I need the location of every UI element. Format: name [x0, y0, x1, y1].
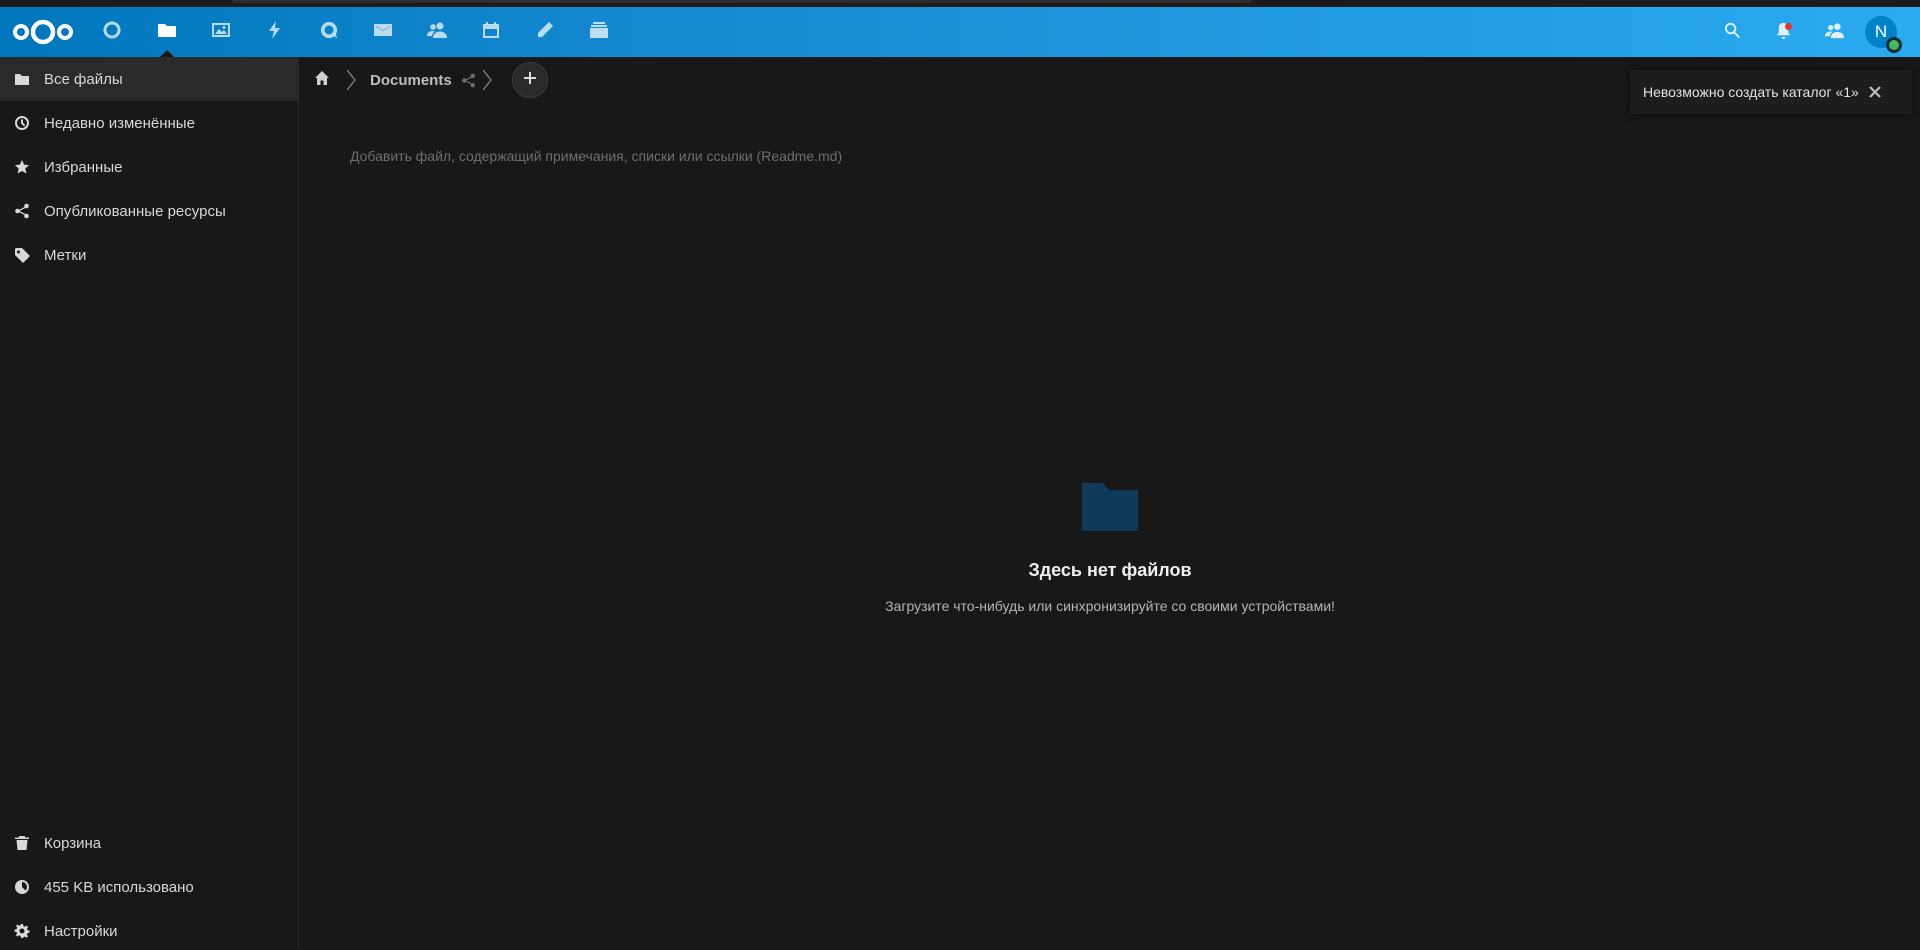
top-header: N — [0, 7, 1920, 57]
sidebar-item-favorites[interactable]: Избранные — [0, 145, 299, 189]
app-mail[interactable] — [359, 7, 407, 57]
star-icon — [0, 145, 44, 189]
circle-icon — [102, 20, 122, 44]
sidebar-item-recent[interactable]: Недавно изменённые — [0, 101, 299, 145]
breadcrumb-separator — [344, 57, 358, 103]
sidebar-item-tags[interactable]: Метки — [0, 233, 299, 277]
search-button[interactable] — [1710, 7, 1754, 57]
sidebar-item-label: Недавно изменённые — [44, 114, 195, 132]
sidebar-item-label: Все файлы — [44, 70, 123, 88]
empty-title: Здесь нет файлов — [1028, 560, 1192, 580]
sidebar-item-settings[interactable]: Настройки — [0, 909, 299, 950]
breadcrumb-home[interactable] — [300, 57, 344, 103]
error-toast: Невозможно создать каталог «1» — [1630, 70, 1912, 114]
app-activity[interactable] — [251, 7, 299, 57]
contacts-menu-button[interactable] — [1812, 7, 1856, 57]
tag-icon — [0, 233, 44, 277]
notifications-button[interactable] — [1761, 7, 1805, 57]
folder-icon — [157, 20, 177, 44]
talk-icon — [319, 20, 339, 44]
app-deck[interactable] — [575, 7, 623, 57]
gear-icon — [0, 909, 44, 950]
nextcloud-logo-icon[interactable] — [12, 18, 74, 46]
breadcrumb-current-folder[interactable]: Documents — [358, 72, 458, 89]
sidebar-item-label: Метки — [44, 246, 87, 264]
folder-icon — [0, 57, 44, 101]
quota-label: 455 KB использовано — [44, 878, 194, 896]
notification-badge — [1785, 23, 1792, 30]
new-button[interactable] — [511, 62, 548, 98]
calendar-icon — [481, 20, 501, 44]
pie-chart-icon — [0, 865, 44, 909]
app-calendar[interactable] — [467, 7, 515, 57]
tab-strip — [232, 0, 1252, 3]
home-icon — [314, 70, 330, 90]
share-icon[interactable] — [458, 57, 480, 103]
sidebar-item-label: Избранные — [44, 158, 123, 176]
lightning-icon — [265, 20, 285, 44]
pencil-icon — [535, 20, 555, 44]
close-icon[interactable] — [1867, 84, 1883, 100]
sidebar-item-shares[interactable]: Опубликованные ресурсы — [0, 189, 299, 233]
app-dashboard[interactable] — [88, 7, 136, 57]
sidebar-item-label: Настройки — [44, 922, 118, 940]
readme-placeholder[interactable]: Добавить файл, содержащий примечания, сп… — [350, 148, 842, 164]
share-icon — [0, 189, 44, 233]
app-navigation: Все файлы Недавно изменённые Избранные О… — [0, 57, 299, 950]
toast-message: Невозможно создать каталог «1» — [1643, 84, 1859, 100]
window-top-strip — [0, 0, 1920, 7]
empty-folder-icon — [1081, 482, 1139, 532]
app-files[interactable] — [143, 7, 191, 57]
contacts-icon — [427, 20, 447, 44]
clock-icon — [0, 101, 44, 145]
app-photos[interactable] — [197, 7, 245, 57]
breadcrumb-separator — [480, 57, 494, 103]
mail-icon — [373, 20, 393, 44]
empty-subtitle: Загрузите что-нибудь или синхронизируйте… — [885, 598, 1335, 614]
breadcrumb: Documents — [300, 57, 548, 103]
search-icon — [1723, 21, 1742, 44]
trash-icon — [0, 821, 44, 865]
image-icon — [211, 20, 231, 44]
app-notes[interactable] — [521, 7, 569, 57]
deck-icon — [589, 20, 609, 44]
app-contacts[interactable] — [413, 7, 461, 57]
online-status-indicator — [1886, 37, 1902, 53]
sidebar-item-all-files[interactable]: Все файлы — [0, 57, 299, 101]
sidebar-item-trash[interactable]: Корзина — [0, 821, 299, 865]
sidebar-item-label: Корзина — [44, 834, 102, 852]
sidebar-item-quota: 455 KB использовано — [0, 865, 299, 909]
contacts-icon — [1824, 21, 1844, 44]
app-talk[interactable] — [305, 7, 353, 57]
sidebar-item-label: Опубликованные ресурсы — [44, 202, 226, 220]
plus-icon — [523, 71, 537, 89]
